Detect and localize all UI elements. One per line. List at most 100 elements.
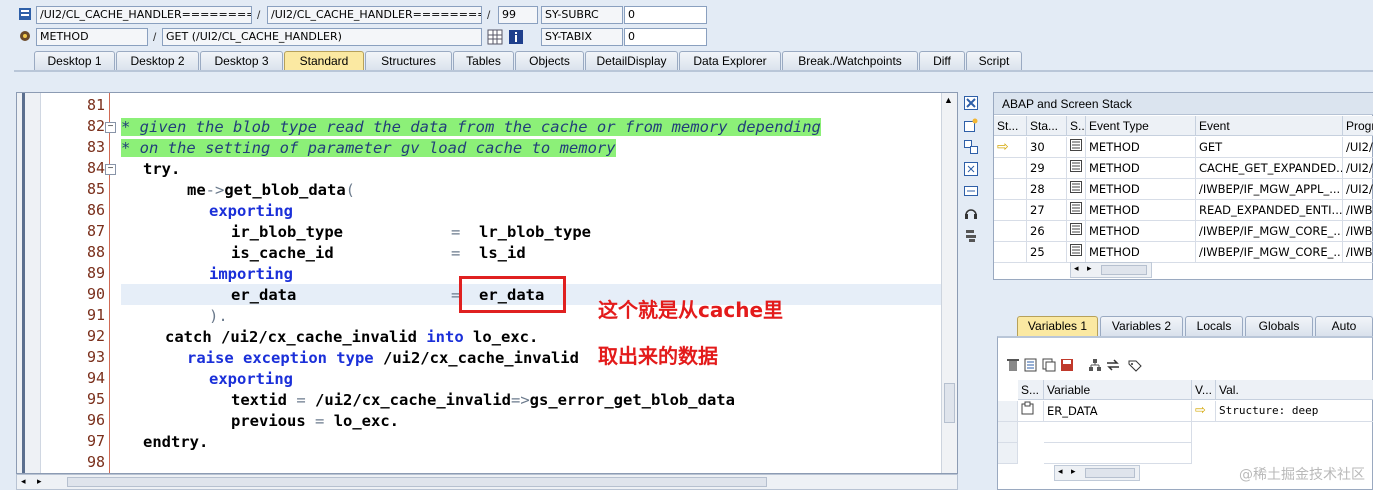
scroll-right-icon[interactable]: ▸ [1087, 263, 1092, 274]
tab-breakpoints[interactable]: Break./Watchpoints [782, 51, 918, 71]
tab-structures[interactable]: Structures [365, 51, 452, 71]
col-header[interactable]: Sta... [1027, 116, 1067, 136]
hierarchy-icon[interactable] [1088, 358, 1104, 374]
scroll-left-icon[interactable]: ◂ [21, 476, 26, 487]
scroll-right-icon[interactable]: ▸ [1071, 466, 1076, 477]
col-header[interactable]: Event Type [1086, 116, 1196, 136]
scroll-thumb[interactable] [67, 477, 767, 487]
code-token: previous [231, 412, 306, 430]
scroll-right-icon[interactable]: ▸ [37, 476, 42, 487]
col-header[interactable]: St... [994, 116, 1027, 136]
event-type-field[interactable]: METHOD [36, 28, 148, 46]
stack-cell-level: 27 [1027, 200, 1067, 221]
col-header[interactable]: Val. [1216, 380, 1373, 400]
variable-row[interactable]: ER_DATA ⇨ Structure: deep [998, 401, 1373, 422]
fold-toggle[interactable]: − [105, 164, 116, 175]
tab-tables[interactable]: Tables [453, 51, 514, 71]
program-icon [18, 7, 34, 23]
include-field[interactable]: /UI2/CL_CACHE_HANDLER========... [267, 6, 482, 24]
line-number: 84 [86, 159, 105, 177]
swap-icon[interactable] [964, 140, 980, 156]
annotation-line-1: 这个就是从cache里 [598, 298, 784, 322]
stack-row[interactable]: 27 METHODREAD_EXPANDED_ENTI.../IWBE [994, 200, 1373, 221]
tab-standard[interactable]: Standard [284, 51, 364, 71]
code-line-94: exporting [209, 369, 293, 390]
col-header[interactable]: Event [1196, 116, 1343, 136]
tab-script[interactable]: Script [966, 51, 1022, 71]
code-token: ). [209, 307, 228, 325]
fold-toggle[interactable]: − [105, 122, 116, 133]
method-icon [18, 29, 34, 45]
variables-hscroll[interactable]: ◂ ▸ [1054, 465, 1140, 481]
editor-vertical-scrollbar[interactable]: ▲ [941, 93, 957, 473]
col-header[interactable]: S.. [1067, 116, 1086, 136]
headset-icon[interactable] [964, 206, 980, 222]
code-line-82: * given the blob type read the data from… [121, 117, 821, 138]
col-header[interactable]: V... [1192, 380, 1216, 400]
stack-row[interactable]: 29 METHODCACHE_GET_EXPANDED.../UI2/C [994, 158, 1373, 179]
scroll-up-icon[interactable]: ▲ [944, 95, 955, 105]
grid-icon[interactable] [487, 29, 503, 45]
row-selector[interactable] [998, 401, 1018, 422]
tab-desktop-2[interactable]: Desktop 2 [116, 51, 199, 71]
delete-icon[interactable] [1006, 358, 1022, 374]
scroll-thumb[interactable] [1101, 265, 1147, 275]
save-icon[interactable] [1060, 358, 1076, 374]
code-token: = [451, 244, 461, 262]
maximize-icon[interactable] [964, 162, 980, 178]
tab-globals[interactable]: Globals [1245, 316, 1313, 336]
code-line-90: er_data [231, 285, 296, 306]
event-field[interactable]: GET (/UI2/CL_CACHE_HANDLER) [162, 28, 482, 46]
copy-icon[interactable] [1042, 358, 1058, 374]
code-token: textid [231, 391, 287, 409]
settings-icon[interactable] [964, 228, 980, 244]
scroll-left-icon[interactable]: ◂ [1074, 263, 1079, 274]
new-window-icon[interactable] [964, 118, 980, 134]
stack-row[interactable]: 25 METHOD/IWBEP/IF_MGW_CORE_.../IWBE [994, 242, 1373, 263]
resize-icon[interactable] [964, 184, 980, 200]
tab-variables-1[interactable]: Variables 1 [1017, 316, 1098, 336]
tag-icon[interactable] [1128, 358, 1144, 374]
stack-cell-type: METHOD [1086, 158, 1196, 179]
program-field[interactable]: /UI2/CL_CACHE_HANDLER=========... [36, 6, 252, 24]
document-icon[interactable] [1024, 358, 1040, 374]
tab-objects[interactable]: Objects [515, 51, 584, 71]
stack-row[interactable]: 28 METHOD/IWBEP/IF_MGW_APPL_.../UI2/C [994, 179, 1373, 200]
highlight-box [459, 276, 566, 313]
code-line-83: * on the setting of parameter gv load ca… [121, 138, 616, 159]
close-icon[interactable] [964, 96, 980, 112]
line-number: 89 [86, 264, 105, 282]
tab-data-explorer[interactable]: Data Explorer [679, 51, 781, 71]
scroll-thumb[interactable] [1085, 468, 1135, 478]
info-icon[interactable] [508, 29, 524, 45]
tab-variables-2[interactable]: Variables 2 [1100, 316, 1183, 336]
sysvar-name-2[interactable]: SY-TABIX [541, 28, 623, 46]
sysvar-value-1[interactable]: 0 [624, 6, 707, 24]
tab-locals[interactable]: Locals [1185, 316, 1243, 336]
sysvar-value-2[interactable]: 0 [624, 28, 707, 46]
col-header[interactable]: S... [1018, 380, 1044, 400]
stack-row[interactable]: ⇨30 METHODGET/UI2/C [994, 137, 1373, 158]
stack-row[interactable]: 26 METHOD/IWBEP/IF_MGW_CORE_.../IWBE [994, 221, 1373, 242]
editor-horizontal-scrollbar[interactable]: ◂ ▸ [16, 474, 958, 490]
col-header[interactable]: Progr [1343, 116, 1373, 136]
tab-underline [14, 70, 1373, 72]
scroll-thumb[interactable] [944, 383, 955, 423]
tab-diff[interactable]: Diff [919, 51, 965, 71]
stack-status-cell [994, 200, 1027, 221]
tab-desktop-3[interactable]: Desktop 3 [200, 51, 283, 71]
breakpoint-gutter[interactable] [17, 93, 41, 473]
tab-detaildisplay[interactable]: DetailDisplay [585, 51, 678, 71]
variable-name[interactable]: ER_DATA [1044, 401, 1192, 422]
line-field[interactable]: 99 [498, 6, 538, 24]
col-header[interactable]: Variable [1044, 380, 1192, 400]
transfer-icon[interactable] [1106, 358, 1122, 374]
scroll-left-icon[interactable]: ◂ [1058, 466, 1063, 477]
stack-hscroll[interactable]: ◂ ▸ [1070, 262, 1152, 278]
current-frame-arrow-icon: ⇨ [994, 137, 1027, 158]
sysvar-name-1[interactable]: SY-SUBRC [541, 6, 623, 24]
method-type-icon [1067, 158, 1086, 179]
stack-cell-prog: /UI2/C [1343, 179, 1373, 200]
tab-auto[interactable]: Auto [1315, 316, 1373, 336]
tab-desktop-1[interactable]: Desktop 1 [34, 51, 115, 71]
